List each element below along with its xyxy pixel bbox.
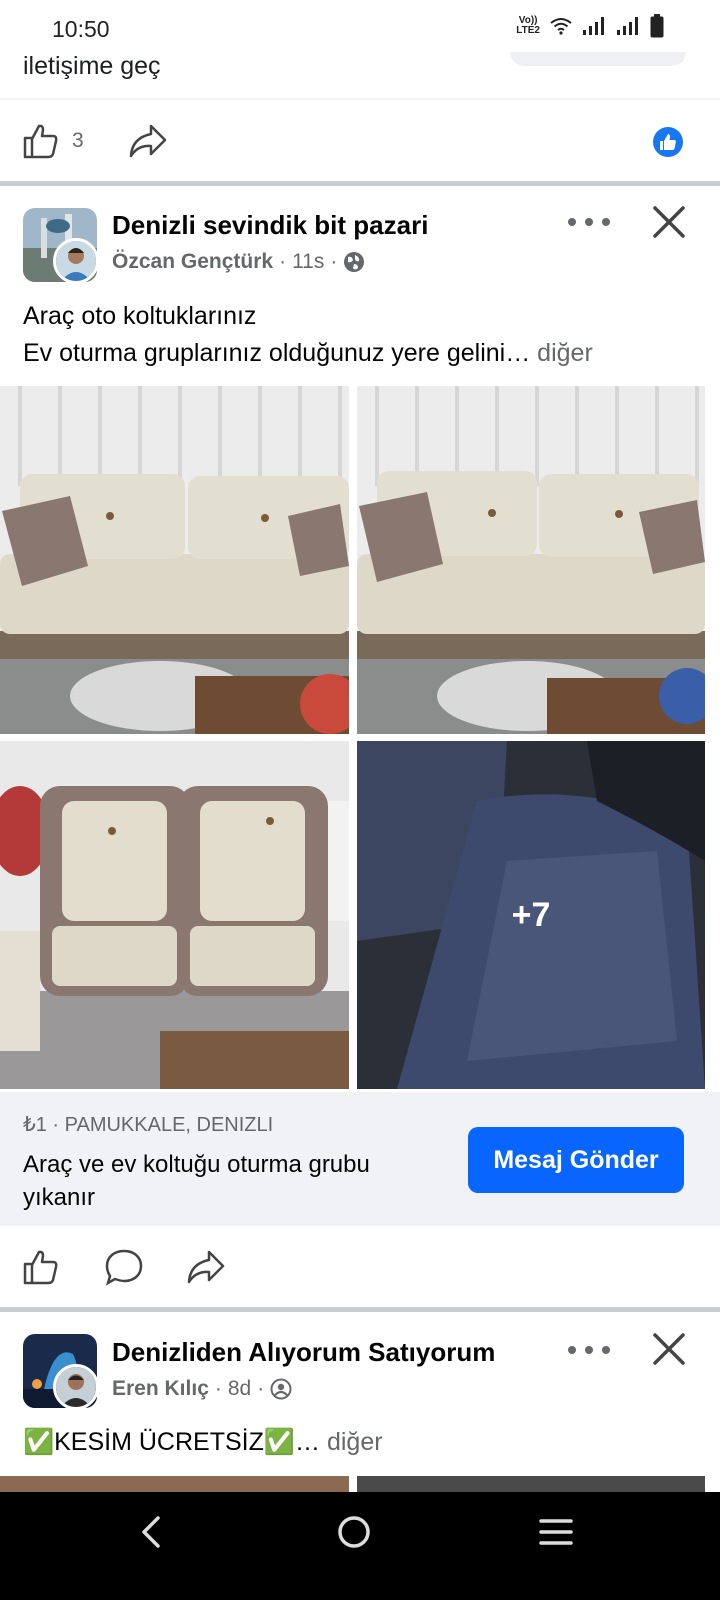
post-author[interactable]: Özcan Gençtürk	[112, 250, 273, 274]
share-icon	[129, 124, 167, 158]
send-message-button[interactable]: Mesaj Gönder	[468, 1127, 684, 1193]
status-time: 10:50	[52, 16, 110, 42]
post-text-line: Ev oturma gruplarınız olduğunuz yere gel…	[23, 339, 593, 367]
like-count: 3	[72, 129, 84, 152]
share-button[interactable]	[186, 1248, 226, 1286]
like-reaction-icon	[653, 127, 683, 157]
meta-separator: ·	[214, 1377, 222, 1400]
group-avatar[interactable]	[23, 1334, 99, 1410]
status-bar: 10:50 Vo)) LTE2	[0, 0, 720, 60]
post-text-line: Araç oto koltuklarınız	[23, 302, 257, 330]
previous-post-actions: 3	[0, 100, 720, 182]
post-author[interactable]: Eren Kılıç	[112, 1377, 209, 1401]
group-avatar[interactable]	[23, 208, 99, 284]
status-icons: Vo)) LTE2	[516, 14, 664, 38]
post-divider	[0, 1307, 720, 1312]
meta-separator: ·	[279, 250, 287, 273]
signal-icon	[617, 17, 638, 35]
post-text: ✅KESİM ÜCRETSİZ✅… diğer	[23, 1428, 383, 1456]
like-button[interactable]: 3	[22, 122, 84, 160]
post-photo[interactable]	[0, 1476, 349, 1492]
volte-indicator: Vo)) LTE2	[516, 15, 540, 36]
post-group-name[interactable]: Denizli sevindik bit pazari	[112, 210, 428, 241]
post-meta: Özcan Gençtürk · 11s ·	[112, 250, 365, 274]
signal-icon	[583, 17, 604, 35]
post-photo-armchairs[interactable]	[0, 741, 349, 1089]
see-more-link[interactable]: diğer	[327, 1428, 383, 1456]
post-photo-sofa[interactable]	[357, 386, 705, 734]
post-time[interactable]: 11s	[292, 250, 324, 274]
post-photo[interactable]	[357, 1476, 705, 1492]
post-time[interactable]: 8d	[228, 1377, 251, 1401]
post-divider	[0, 181, 720, 186]
thumbs-up-icon	[23, 124, 58, 159]
post-actions	[0, 1228, 720, 1310]
user-avatar	[53, 1364, 99, 1410]
meta-separator: ·	[330, 250, 338, 273]
see-more-link[interactable]: diğer	[537, 339, 593, 367]
wifi-icon	[550, 18, 572, 35]
post-photo-sofa[interactable]	[0, 386, 349, 734]
more-photos-count: +7	[511, 895, 551, 934]
post-photo-car-seat[interactable]: +7	[357, 741, 705, 1089]
thumbs-up-icon	[23, 1250, 58, 1285]
recents-icon[interactable]	[538, 1512, 574, 1552]
listing-title: Araç ve ev koltuğu oturma grubu yıkanır	[23, 1151, 370, 1211]
system-navigation-bar	[0, 1492, 720, 1600]
back-icon[interactable]	[138, 1512, 164, 1552]
previous-post-text: iletişime geç	[23, 52, 161, 80]
post-text: Araç oto koltuklarınız Ev oturma gruplar…	[23, 298, 703, 372]
battery-icon	[650, 14, 664, 38]
more-options-icon[interactable]	[568, 1340, 610, 1360]
share-button[interactable]	[128, 122, 168, 160]
post-group-name[interactable]: Denizliden Alıyorum Satıyorum	[112, 1337, 495, 1368]
home-icon[interactable]	[336, 1512, 372, 1552]
like-button[interactable]	[22, 1248, 60, 1286]
meta-separator: ·	[257, 1377, 265, 1400]
marketplace-listing[interactable]: ₺1 · PAMUKKALE, DENIZLI Araç ve ev koltu…	[0, 1092, 720, 1226]
post-meta: Eren Kılıç · 8d ·	[112, 1377, 292, 1401]
share-icon	[187, 1250, 225, 1284]
friends-icon	[270, 1378, 292, 1400]
close-icon[interactable]	[651, 204, 687, 240]
listing-price-location: ₺1 · PAMUKKALE, DENIZLI	[23, 1114, 274, 1136]
previous-post-pill	[510, 52, 686, 66]
comment-icon	[105, 1249, 143, 1286]
comment-button[interactable]	[104, 1248, 144, 1286]
globe-icon	[344, 252, 365, 272]
more-options-icon[interactable]	[568, 212, 610, 232]
close-icon[interactable]	[651, 1331, 687, 1367]
user-avatar	[53, 238, 99, 284]
